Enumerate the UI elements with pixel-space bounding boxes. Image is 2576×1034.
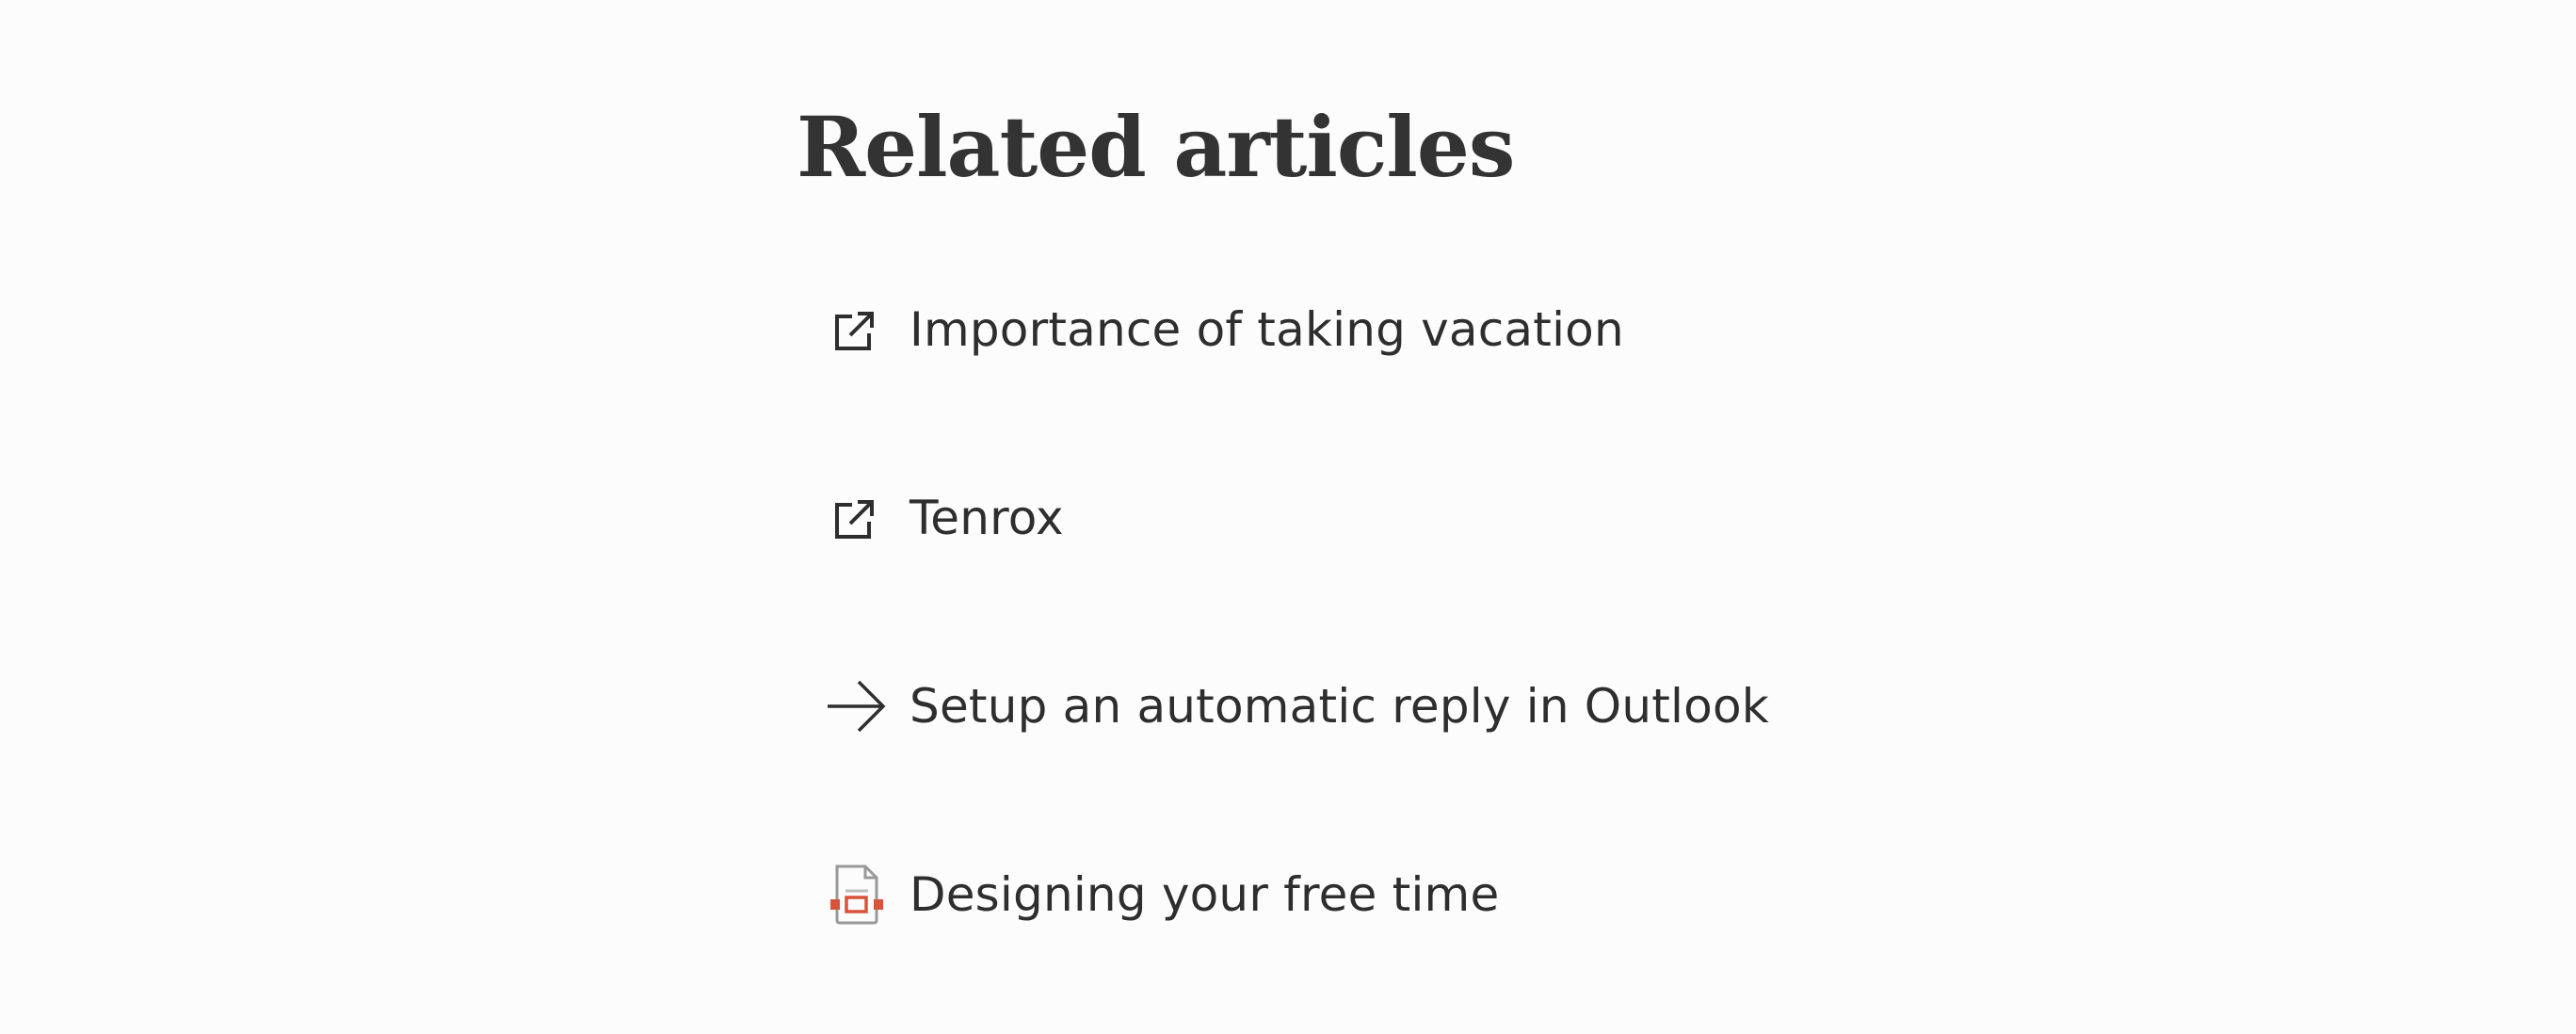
related-article-link-tenrox[interactable]: Tenrox xyxy=(825,471,1064,565)
arrow-right-icon xyxy=(825,675,887,737)
external-link-icon xyxy=(825,299,887,361)
related-articles-section: Related articles Importance of taking va… xyxy=(797,0,1926,1034)
related-article-link-vacation[interactable]: Importance of taking vacation xyxy=(825,283,1624,377)
article-label: Importance of taking vacation xyxy=(910,302,1624,357)
related-article-link-free-time[interactable]: Designing your free time xyxy=(825,848,1499,942)
article-label: Designing your free time xyxy=(910,867,1500,922)
related-article-link-outlook-autoreply[interactable]: Setup an automatic reply in Outlook xyxy=(825,659,1769,753)
section-title: Related articles xyxy=(797,98,1515,196)
article-label: Setup an automatic reply in Outlook xyxy=(910,679,1769,734)
presentation-file-icon xyxy=(825,864,887,926)
external-link-icon xyxy=(825,487,887,549)
article-label: Tenrox xyxy=(910,491,1064,545)
